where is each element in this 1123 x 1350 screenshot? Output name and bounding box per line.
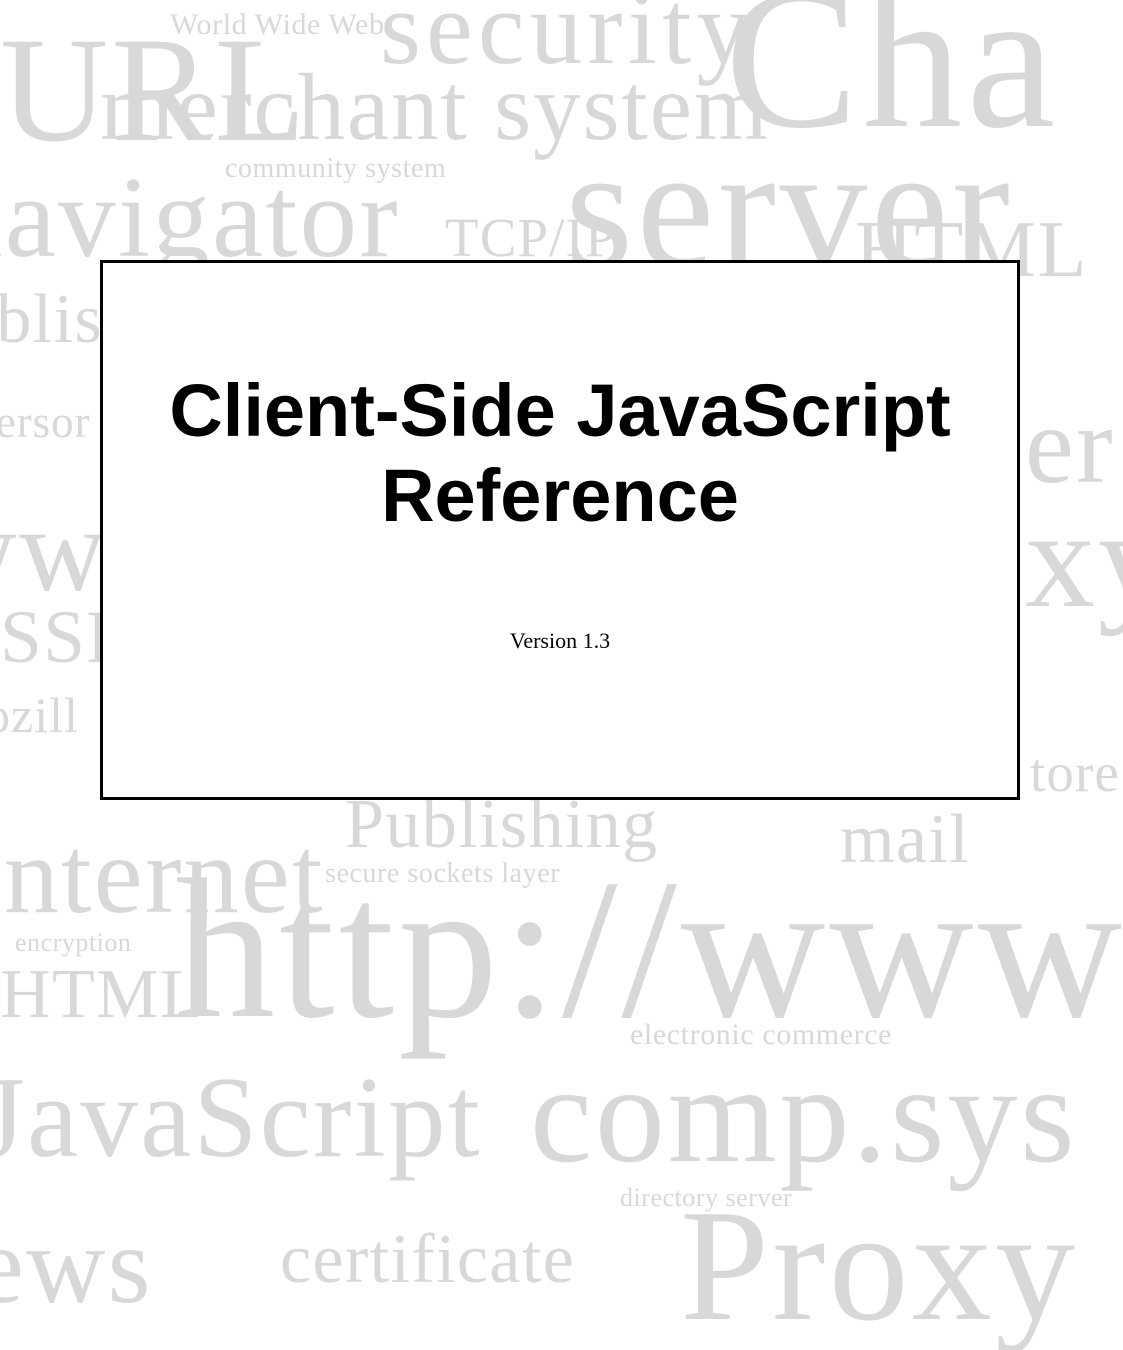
bg-word: xy	[1025, 490, 1123, 630]
document-title: Client-Side JavaScript Reference	[103, 368, 1017, 538]
bg-word: JavaScript	[0, 1060, 482, 1175]
bg-word: tore	[1030, 745, 1120, 800]
bg-word: Persor	[0, 400, 90, 445]
bg-word: Proxy	[680, 1185, 1078, 1345]
bg-word: ublis	[0, 285, 103, 355]
bg-word: certificate	[280, 1225, 575, 1295]
document-version: Version 1.3	[103, 628, 1017, 654]
bg-word: ews	[0, 1210, 153, 1320]
title-panel: Client-Side JavaScript Reference Version…	[100, 260, 1020, 800]
bg-word: encryption	[15, 930, 131, 956]
bg-word: HTML	[0, 960, 204, 1030]
bg-word: comp.sys	[530, 1045, 1077, 1185]
bg-word: ozill	[0, 690, 79, 740]
bg-word: navigator	[0, 160, 400, 275]
title-line-2: Reference	[381, 454, 739, 537]
bg-word: TCP/IP	[445, 210, 617, 265]
bg-word: ww	[0, 490, 108, 610]
title-line-1: Client-Side JavaScript	[169, 369, 950, 452]
